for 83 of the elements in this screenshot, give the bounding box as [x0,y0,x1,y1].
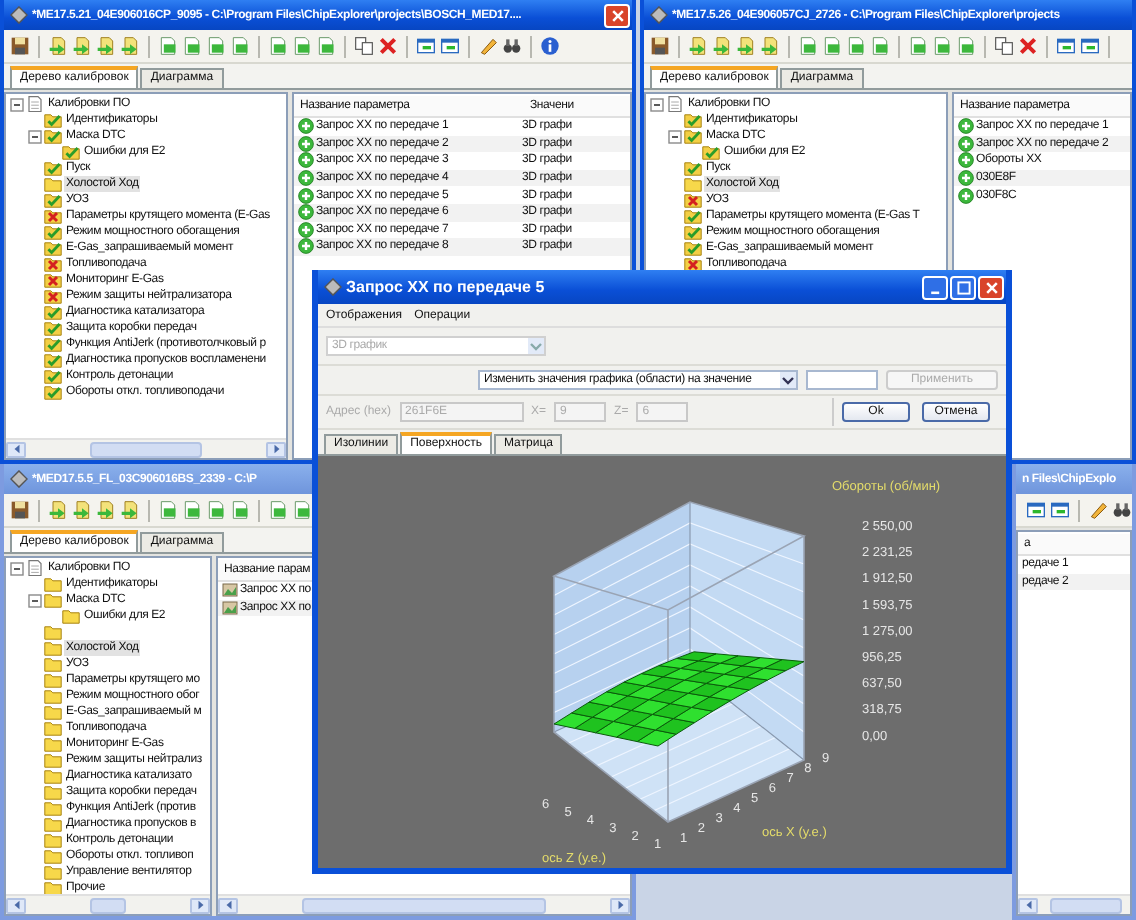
page-icon[interactable] [822,36,842,56]
tree-toggle[interactable] [28,593,42,607]
page-arrow-icon[interactable] [48,36,68,56]
window-icon[interactable] [416,36,436,56]
right-arrow-icon [615,900,625,910]
horizontal-scrollbar[interactable] [6,894,210,914]
delete-icon[interactable] [378,36,398,56]
page-icon[interactable] [292,36,312,56]
scroll-right-button[interactable] [190,897,210,913]
close-button[interactable] [604,3,630,27]
page-icon[interactable] [956,36,976,56]
binoculars-icon[interactable] [502,36,522,56]
page-arrow-icon[interactable] [736,36,756,56]
close-icon [983,279,999,295]
scroll-left-button[interactable] [218,897,238,913]
copy-icon[interactable] [354,36,374,56]
save-icon[interactable] [10,36,30,56]
save-icon[interactable] [650,36,670,56]
page-arrow-icon[interactable] [96,36,116,56]
page-icon[interactable] [846,36,866,56]
window-icon[interactable] [440,36,460,56]
scroll-thumb[interactable] [90,897,126,913]
left-arrow-icon [11,444,21,454]
tree-toggle[interactable] [28,129,42,143]
tree-toggle[interactable] [650,97,664,111]
folder-cross-icon [684,192,702,208]
tree-toggle[interactable] [10,97,24,111]
scroll-right-button[interactable] [610,897,630,913]
page-icon[interactable] [158,36,178,56]
folder-icon [684,176,702,192]
scroll-left-button[interactable] [1018,897,1038,913]
horizontal-scrollbar[interactable] [1018,894,1130,914]
page-icon[interactable] [798,36,818,56]
page-arrow-icon[interactable] [72,36,92,56]
info-icon[interactable] [540,36,560,56]
folder-icon [44,176,62,192]
scroll-left-button[interactable] [6,897,26,913]
right-arrow-icon [195,900,205,910]
scroll-left-button[interactable] [6,441,26,457]
scroll-thumb[interactable] [90,441,202,457]
page-arrow-icon[interactable] [712,36,732,56]
horizontal-scrollbar[interactable] [6,438,286,458]
page-icon[interactable] [870,36,890,56]
page-icon[interactable] [182,36,202,56]
maximize-button[interactable] [950,275,976,299]
page-icon[interactable] [206,36,226,56]
scroll-right-button[interactable] [266,441,286,457]
maximize-icon [955,279,971,295]
left-arrow-icon [11,900,21,910]
pencil-icon[interactable] [478,36,498,56]
page-arrow-icon[interactable] [760,36,780,56]
page-arrow-icon[interactable] [688,36,708,56]
window-icon[interactable] [1056,36,1076,56]
tree-toggle[interactable] [668,129,682,143]
diamond-icon [650,6,668,24]
folder-cross-icon [44,208,62,224]
right-arrow-icon [271,444,281,454]
page-arrow-icon[interactable] [120,36,140,56]
page-icon[interactable] [316,36,336,56]
scroll-thumb[interactable] [302,897,546,913]
horizontal-scrollbar[interactable] [218,894,630,914]
minimize-button[interactable] [922,275,948,299]
caret-icon [528,338,544,354]
close-icon [609,7,625,23]
window-title: Запрос XX по передаче 5 [346,278,547,296]
close-button[interactable] [978,275,1004,299]
page-icon[interactable] [230,36,250,56]
diamond-icon [10,470,28,488]
page-icon[interactable] [268,36,288,56]
diamond-icon [10,6,28,24]
value-field[interactable] [806,370,878,390]
caret-icon [780,372,796,388]
folder-check-icon [44,192,62,208]
window-icon[interactable] [1080,36,1100,56]
page-icon[interactable] [908,36,928,56]
diamond-icon [324,278,342,296]
scroll-thumb[interactable] [1050,897,1122,913]
tree-toggle[interactable] [10,561,24,575]
page-icon[interactable] [932,36,952,56]
left-arrow-icon [1023,900,1033,910]
copy-icon[interactable] [994,36,1014,56]
delete-icon[interactable] [1018,36,1038,56]
left-arrow-icon [223,900,233,910]
